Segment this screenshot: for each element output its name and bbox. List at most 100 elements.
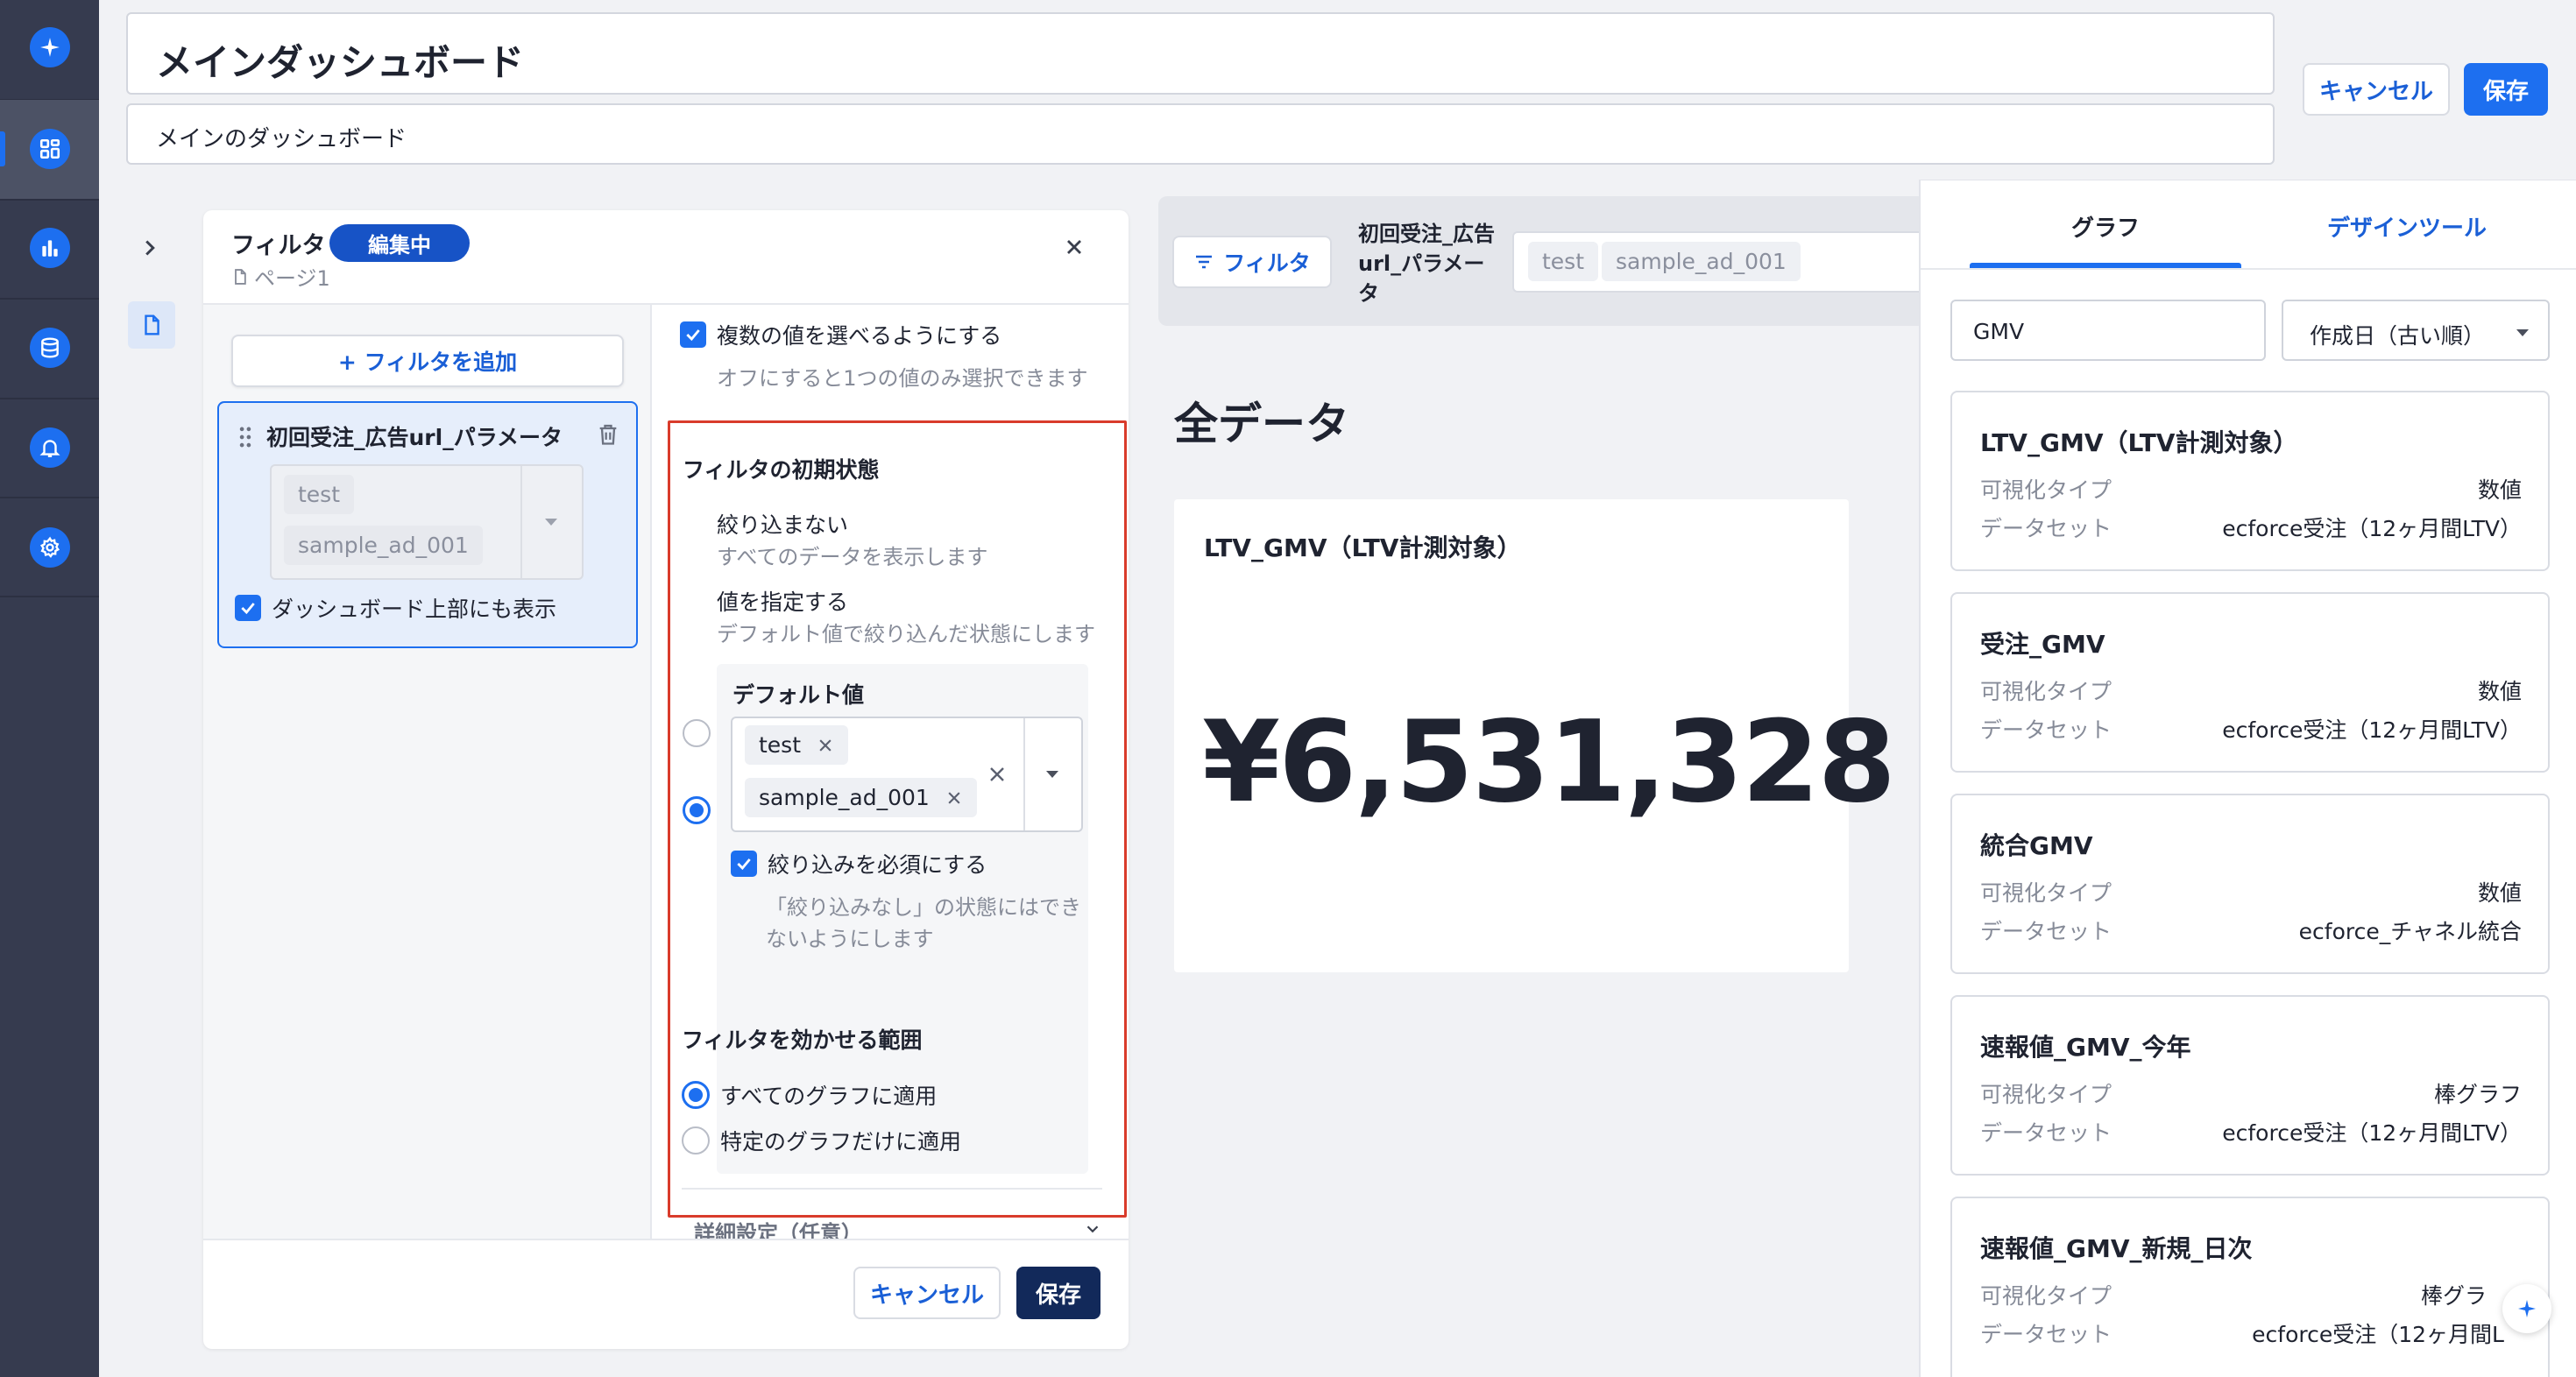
chart-card[interactable]: 統合GMV 可視化タイプ 数値 データセット ecforce_チャネル統合: [1950, 794, 2550, 974]
chart-card[interactable]: 受注_GMV 可視化タイプ 数値 データセット ecforce受注（12ヶ月間L…: [1950, 592, 2550, 773]
footer-divider: [203, 1239, 1129, 1240]
vis-type-label: 可視化タイプ: [1980, 1082, 2112, 1107]
panel-cancel-button[interactable]: キャンセル: [853, 1267, 1001, 1319]
dataset-label: データセット: [1980, 919, 2112, 944]
check-icon: [235, 595, 261, 621]
chevron-down-icon[interactable]: [1044, 769, 1060, 780]
preview-filter-name-line: タ: [1358, 281, 1379, 306]
page-indicator: ページ1: [231, 261, 330, 292]
dashboard-icon: [39, 138, 61, 160]
radio-on-icon: [682, 1081, 710, 1109]
chart-card[interactable]: 速報値_GMV_新規_日次 可視化タイプ 棒グラ データセット ecforce受…: [1950, 1197, 2550, 1377]
filter-item-card[interactable]: 初回受注_広告url_パラメータ test sample_ad_001 ダッシュ…: [217, 401, 638, 648]
initial-state-heading: フィルタの初期状態: [683, 457, 880, 483]
dashboard-description-input[interactable]: メインのダッシュボード: [126, 103, 2275, 165]
clear-values-button[interactable]: [987, 764, 1008, 785]
option-value-radio[interactable]: [683, 796, 711, 824]
option-none-label[interactable]: 絞り込まない: [717, 508, 848, 540]
required-desc-line2: ないようにします: [766, 927, 934, 951]
advanced-settings-toggle[interactable]: 詳細設定（任意）: [694, 1216, 1115, 1239]
chart-card-title: 統合GMV: [1980, 831, 2093, 860]
ai-assistant-button[interactable]: [30, 27, 70, 67]
vis-type-label: 可視化タイプ: [1980, 1283, 2112, 1309]
editing-badge: 編集中: [329, 224, 470, 262]
sidebar-item-datasets[interactable]: [30, 328, 70, 368]
select-divider: [520, 466, 522, 578]
preview-filter-select[interactable]: test sample_ad_001: [1512, 231, 1921, 293]
chart-card-title: LTV_GMV（LTV計測対象）: [1980, 428, 2298, 457]
tab-design-tools[interactable]: デザインツール: [2271, 210, 2543, 243]
required-checkbox[interactable]: 絞り込みを必須にする: [731, 848, 987, 879]
show-on-top-checkbox[interactable]: ダッシュボード上部にも表示: [235, 592, 556, 624]
option-value-desc: デフォルト値で絞り込んだ状態にします: [717, 622, 1095, 646]
chart-card[interactable]: LTV_GMV（LTV計測対象） 可視化タイプ 数値 データセット ecforc…: [1950, 391, 2550, 571]
vis-type-value: 棒グラ: [2420, 1283, 2487, 1309]
option-value-label[interactable]: 値を指定する: [717, 585, 848, 617]
page-icon: [231, 268, 249, 286]
add-filter-button[interactable]: + フィルタを追加: [231, 335, 624, 387]
dataset-label: データセット: [1980, 1322, 2112, 1347]
default-value-chip[interactable]: sample_ad_001: [745, 778, 977, 817]
sidebar-divider: [0, 596, 99, 597]
chevron-down-icon: [543, 517, 559, 527]
panel-save-button[interactable]: 保存: [1016, 1267, 1100, 1319]
default-value-chip[interactable]: test: [745, 725, 849, 765]
trash-icon: [596, 422, 620, 447]
bell-icon: [39, 436, 61, 459]
sidebar-item-settings[interactable]: [30, 527, 70, 568]
chart-card[interactable]: 速報値_GMV_今年 可視化タイプ 棒グラフ データセット ecforce受注（…: [1950, 995, 2550, 1176]
sidebar-active-indicator: [0, 131, 5, 166]
delete-filter-button[interactable]: [596, 422, 620, 447]
scope-divider: [682, 1188, 1102, 1190]
default-value-select[interactable]: test sample_ad_001: [731, 717, 1083, 832]
filter-item-value-select[interactable]: test sample_ad_001: [270, 464, 584, 580]
default-value-chip-label: test: [759, 732, 802, 758]
scope-specific-radio[interactable]: 特定のグラフだけに適用: [682, 1125, 961, 1156]
sidebar-item-dashboard[interactable]: [30, 129, 70, 169]
filter-item-value-chip: test: [284, 475, 355, 514]
filter-item-name: 初回受注_広告url_パラメータ: [266, 425, 563, 450]
drag-handle-icon[interactable]: [238, 426, 252, 448]
expand-panel-button[interactable]: [137, 235, 163, 261]
chart-card-title: 速報値_GMV_今年: [1980, 1033, 2191, 1062]
preview-filter-button-label: フィルタ: [1223, 251, 1311, 276]
chart-card-title: 速報値_GMV_新規_日次: [1980, 1234, 2253, 1263]
bar-chart-icon: [39, 237, 61, 259]
required-desc-line1: 「絞り込みなし」の状態にはでき: [766, 895, 1081, 920]
sidebar-item-alerts[interactable]: [30, 427, 70, 468]
advanced-label: 詳細設定（任意）: [694, 1221, 862, 1239]
dataset-label: データセット: [1980, 717, 2112, 743]
close-icon[interactable]: [817, 737, 834, 754]
scope-all-radio[interactable]: すべてのグラフに適用: [682, 1079, 937, 1111]
chart-search-input[interactable]: GMV: [1950, 300, 2266, 361]
kpi-card[interactable]: LTV_GMV（LTV計測対象） ¥6,531,328: [1174, 499, 1896, 972]
dataset-value: ecforce受注（12ヶ月間LTV）: [2222, 1120, 2522, 1146]
dataset-label: データセット: [1980, 516, 2112, 541]
close-icon[interactable]: [945, 789, 963, 807]
option-none-radio[interactable]: [683, 719, 711, 747]
sort-select[interactable]: 作成日（古い順）: [2282, 300, 2550, 361]
filter-item-value-chip: sample_ad_001: [284, 526, 483, 565]
multi-select-checkbox[interactable]: 複数の値を選べるようにする: [680, 319, 1001, 350]
tab-graph[interactable]: グラフ: [1970, 210, 2241, 243]
option-none-desc: すべてのデータを表示します: [717, 545, 988, 569]
close-panel-button[interactable]: [1062, 235, 1086, 259]
sidebar-item-charts[interactable]: [30, 228, 70, 268]
ai-floating-button[interactable]: [2502, 1284, 2551, 1333]
check-icon: [731, 851, 757, 877]
gear-icon: [39, 536, 61, 559]
column-divider: [650, 305, 652, 1239]
chevron-down-icon: [1083, 1219, 1102, 1239]
filter-panel-title: フィルタ: [231, 232, 326, 259]
default-value-chip-label: sample_ad_001: [759, 785, 930, 810]
sidebar-divider: [0, 497, 99, 498]
page-tab-button[interactable]: [128, 301, 175, 349]
radio-off-icon: [682, 1126, 710, 1155]
header-save-button[interactable]: 保存: [2464, 63, 2548, 116]
header-cancel-button[interactable]: キャンセル: [2303, 63, 2450, 116]
vis-type-label: 可視化タイプ: [1980, 477, 2112, 503]
preview-filter-button[interactable]: フィルタ: [1172, 236, 1332, 288]
section-title: 全データ: [1174, 399, 1349, 449]
kpi-value: ¥6,531,328: [1202, 697, 1896, 828]
dashboard-title-input[interactable]: メインダッシュボード: [126, 12, 2275, 95]
